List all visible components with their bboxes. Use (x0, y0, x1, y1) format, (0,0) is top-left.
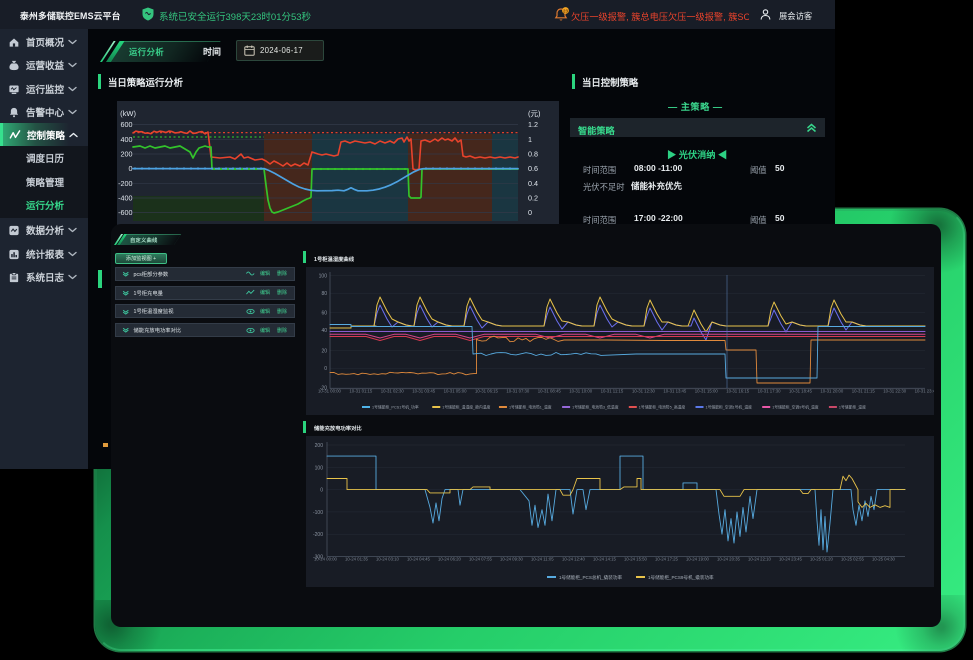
svg-text:10-24 07:55: 10-24 07:55 (469, 557, 493, 562)
svg-text:10-31 12:30: 10-31 12:30 (632, 389, 656, 394)
svg-text:600: 600 (121, 120, 133, 129)
svg-text:100: 100 (319, 274, 328, 280)
svg-text:-600: -600 (118, 208, 132, 217)
svg-text:1号储能柜_电池笱1_温度: 1号储能柜_电池笱1_温度 (509, 405, 552, 410)
svg-text:0.8: 0.8 (528, 150, 538, 159)
svg-text:10-24 00:00: 10-24 00:00 (314, 557, 338, 562)
svg-text:(kW): (kW) (120, 109, 136, 118)
svg-text:10-31 16:15: 10-31 16:15 (726, 389, 750, 394)
svg-text:-200: -200 (118, 179, 132, 188)
svg-text:10-24 14:15: 10-24 14:15 (593, 557, 617, 562)
svg-text:1号储能柜_空调9号机_温度: 1号储能柜_空调9号机_温度 (772, 405, 819, 410)
svg-text:0.6: 0.6 (528, 164, 538, 173)
svg-text:10-31 05:00: 10-31 05:00 (444, 389, 468, 394)
svg-text:10-31 07:30: 10-31 07:30 (506, 389, 530, 394)
svg-text:10-24 23:45: 10-24 23:45 (779, 557, 803, 562)
svg-text:1号储能柜_PCS总机_撬装功率: 1号储能柜_PCS总机_撬装功率 (559, 574, 622, 581)
svg-text:1号储能柜_温湿度_舱内温度: 1号储能柜_温湿度_舱内温度 (442, 405, 490, 410)
svg-text:(元): (元) (528, 109, 541, 118)
svg-text:1号储能柜_PCS9号机_撬装功率: 1号储能柜_PCS9号机_撬装功率 (648, 574, 714, 581)
svg-text:10-24 22:10: 10-24 22:10 (748, 557, 772, 562)
svg-text:10-24 06:20: 10-24 06:20 (438, 557, 462, 562)
svg-text:10-31 23:45: 10-31 23:45 (915, 389, 934, 394)
svg-text:10-31 13:45: 10-31 13:45 (663, 389, 687, 394)
svg-text:10-31 22:30: 10-31 22:30 (883, 389, 907, 394)
svg-text:10-25 02:55: 10-25 02:55 (841, 557, 865, 562)
svg-text:400: 400 (121, 135, 133, 144)
svg-text:23: 23 (563, 8, 569, 13)
svg-text:100: 100 (315, 465, 324, 471)
svg-text:1: 1 (528, 135, 532, 144)
svg-text:0: 0 (129, 164, 133, 173)
svg-text:10-31 08:45: 10-31 08:45 (538, 389, 562, 394)
svg-text:10-31 17:30: 10-31 17:30 (758, 389, 782, 394)
svg-text:0: 0 (320, 488, 323, 494)
svg-text:10-31 06:15: 10-31 06:15 (475, 389, 499, 394)
svg-text:1号储能柜_空调1号机_温度: 1号储能柜_空调1号机_温度 (706, 405, 753, 410)
svg-text:10-31 11:15: 10-31 11:15 (601, 389, 624, 394)
svg-text:-100: -100 (313, 510, 323, 516)
svg-text:10-25 04:30: 10-25 04:30 (872, 557, 896, 562)
svg-text:0.4: 0.4 (528, 179, 538, 188)
svg-text:10-24 19:00: 10-24 19:00 (686, 557, 710, 562)
svg-text:20: 20 (321, 349, 327, 355)
svg-text:10-24 04:45: 10-24 04:45 (407, 557, 431, 562)
svg-text:10-31 10:00: 10-31 10:00 (569, 389, 593, 394)
svg-text:200: 200 (121, 150, 133, 159)
svg-text:10-25 01:20: 10-25 01:20 (810, 557, 834, 562)
svg-text:10-24 20:35: 10-24 20:35 (717, 557, 741, 562)
svg-text:40: 40 (321, 328, 327, 334)
svg-text:60: 60 (321, 310, 327, 316)
svg-text:10-31 01:15: 10-31 01:15 (349, 389, 373, 394)
svg-text:1号储能柜_电池笱5_高温度: 1号储能柜_电池笱5_高温度 (639, 405, 686, 410)
svg-text:0: 0 (528, 208, 532, 217)
svg-text:10-31 21:15: 10-31 21:15 (852, 389, 876, 394)
svg-text:0: 0 (324, 366, 327, 372)
svg-text:10-31 03:45: 10-31 03:45 (412, 389, 436, 394)
svg-text:10-31 18:45: 10-31 18:45 (789, 389, 813, 394)
svg-text:10-24 03:10: 10-24 03:10 (376, 557, 400, 562)
svg-text:200: 200 (315, 443, 324, 449)
svg-text:80: 80 (321, 291, 327, 297)
svg-text:1号储能柜_温度: 1号储能柜_温度 (839, 405, 866, 410)
svg-text:10-31 02:30: 10-31 02:30 (381, 389, 405, 394)
svg-text:10-31 00:00: 10-31 00:00 (318, 389, 342, 394)
svg-text:10-31 15:00: 10-31 15:00 (695, 389, 719, 394)
svg-text:1号储能柜_电池笱3_低温度: 1号储能柜_电池笱3_低温度 (572, 405, 619, 410)
svg-text:10-24 12:40: 10-24 12:40 (562, 557, 586, 562)
svg-text:10-24 11:05: 10-24 11:05 (531, 557, 554, 562)
svg-text:10-24 17:25: 10-24 17:25 (655, 557, 679, 562)
svg-text:1号储能柜_PCS1号机_功率: 1号储能柜_PCS1号机_功率 (372, 405, 419, 410)
svg-text:10-24 15:50: 10-24 15:50 (624, 557, 648, 562)
svg-text:1.2: 1.2 (528, 120, 538, 129)
svg-text:10-24 01:35: 10-24 01:35 (345, 557, 369, 562)
svg-text:0.2: 0.2 (528, 194, 538, 203)
svg-text:-400: -400 (118, 194, 132, 203)
svg-text:10-31 20:00: 10-31 20:00 (820, 389, 844, 394)
svg-text:10-24 09:30: 10-24 09:30 (500, 557, 524, 562)
svg-text:-200: -200 (313, 532, 323, 538)
